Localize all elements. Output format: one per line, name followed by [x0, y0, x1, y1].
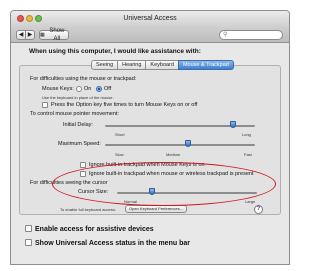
assistive-devices-label: Enable access for assistive devices [35, 226, 154, 233]
full-keyboard-label: To enable full keyboard access: [60, 207, 116, 212]
open-keyboard-preferences-button[interactable]: Open Keyboard Preferences... [125, 205, 188, 213]
initial-delay-slider[interactable] [229, 121, 236, 128]
max-speed-slider[interactable] [184, 140, 191, 147]
max-speed-mid: Medium [166, 152, 181, 157]
search-field[interactable]: ⚲ [219, 30, 283, 40]
main-content: When using this computer, I would like a… [11, 44, 289, 264]
mouse-keys-hint: Use the keyboard in place of the mouse. [42, 95, 114, 100]
intro-label: When using this computer, I would like a… [29, 48, 201, 55]
assistive-devices-checkbox[interactable] [25, 225, 32, 232]
minimize-window-button[interactable] [26, 15, 33, 22]
zoom-window-button[interactable] [35, 15, 42, 22]
mouse-keys-on-label: On [84, 86, 92, 92]
max-speed-min: Slow [115, 152, 124, 157]
window-title: Universal Access [123, 15, 177, 22]
initial-delay-label: Initial Delay: [63, 122, 93, 128]
tab-keyboard[interactable]: Keyboard [145, 60, 179, 70]
menu-bar-status-row[interactable]: Show Universal Access status in the menu… [25, 239, 190, 247]
question-mark-icon: ? [256, 206, 261, 212]
max-speed-label: Maximum Speed: [58, 141, 101, 147]
mouse-section-header: For difficulties using the mouse or trac… [30, 76, 137, 82]
assistive-devices-row[interactable]: Enable access for assistive devices [25, 225, 154, 233]
mouse-keys-on-radio[interactable] [76, 86, 82, 92]
mouse-keys-off-label: Off [104, 86, 112, 92]
pointer-header: To control mouse pointer movement: [30, 111, 119, 117]
menu-bar-status-checkbox[interactable] [25, 239, 32, 246]
mouse-keys-off-radio[interactable] [96, 86, 102, 92]
mouse-keys-label: Mouse Keys: [42, 86, 74, 92]
grid-icon: ▦ [40, 32, 45, 38]
forward-button[interactable]: ▶ [25, 30, 35, 40]
menu-bar-status-label: Show Universal Access status in the menu… [35, 240, 190, 247]
help-button[interactable]: ? [254, 205, 263, 214]
tab-bar: Seeing Hearing Keyboard Mouse & Trackpad [91, 60, 234, 70]
tab-hearing[interactable]: Hearing [117, 60, 147, 70]
chevron-left-icon: ◀ [18, 32, 24, 38]
max-speed-track [105, 144, 255, 146]
max-speed-max: Fast [244, 152, 252, 157]
option-key-label: Press the Option key five times to turn … [51, 102, 198, 108]
title-bar: Universal Access [11, 11, 289, 27]
show-all-label: Show All [49, 28, 65, 42]
initial-delay-max: Long [242, 132, 251, 137]
tab-mouse-trackpad[interactable]: Mouse & Trackpad [177, 60, 234, 70]
chevron-right-icon: ▶ [27, 32, 33, 38]
search-icon: ⚲ [223, 32, 228, 38]
toolbar: ◀ ▶ ▦ Show All ⚲ [11, 27, 289, 43]
initial-delay-min: Short [115, 132, 125, 137]
preferences-window: Universal Access ◀ ▶ ▦ Show All ⚲ When u… [10, 10, 290, 265]
tab-seeing[interactable]: Seeing [91, 60, 119, 70]
show-all-button[interactable]: ▦ Show All [39, 28, 69, 42]
cursor-size-max: Large [245, 199, 256, 204]
close-window-button[interactable] [17, 15, 24, 22]
option-key-checkbox[interactable] [42, 102, 48, 108]
ignore-trackpad-checkbox[interactable] [80, 162, 86, 168]
cursor-size-highlight-ellipse [52, 162, 276, 206]
